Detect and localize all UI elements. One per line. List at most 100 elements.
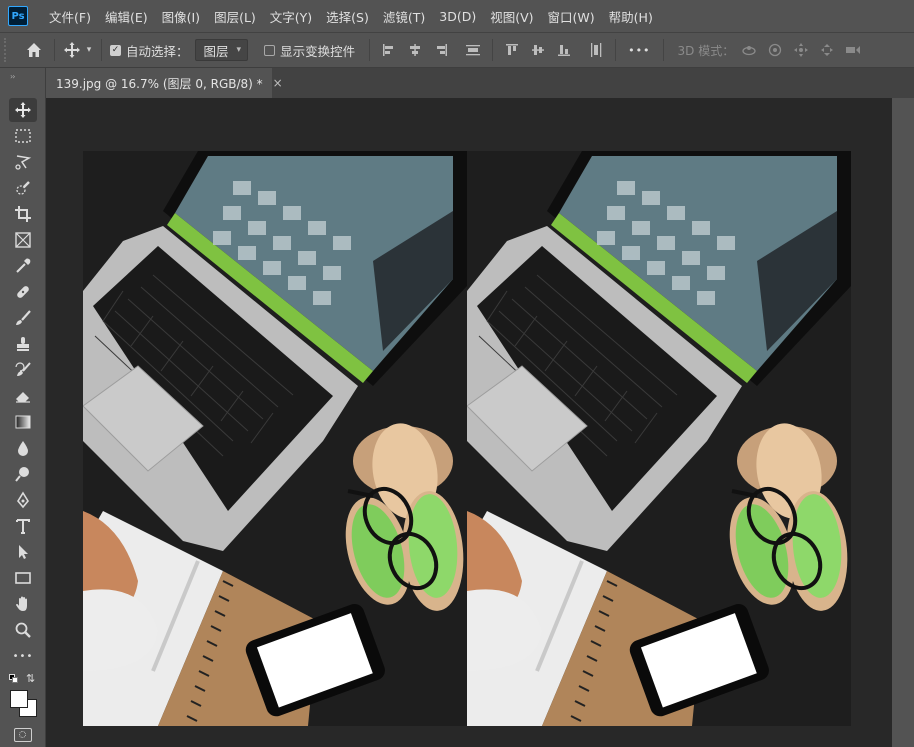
eyedropper-icon bbox=[16, 258, 31, 273]
home-icon[interactable] bbox=[20, 38, 48, 62]
menu-view[interactable]: 视图(V) bbox=[483, 0, 540, 32]
default-colors-icon[interactable] bbox=[9, 674, 19, 684]
photo-left-half bbox=[83, 151, 467, 726]
3d-scale-icon[interactable] bbox=[844, 41, 862, 59]
align-right-icon[interactable] bbox=[432, 41, 450, 59]
more-options-icon[interactable]: ••• bbox=[628, 44, 650, 57]
show-transform-label: 显示变换控件 bbox=[280, 43, 356, 59]
separator bbox=[492, 39, 494, 61]
blur-tool[interactable] bbox=[9, 436, 37, 460]
menu-layer[interactable]: 图层(L) bbox=[207, 0, 263, 32]
hand-tool[interactable] bbox=[9, 592, 37, 616]
brush-tool[interactable] bbox=[9, 306, 37, 330]
rectangle-tool[interactable] bbox=[9, 566, 37, 590]
healing-tool[interactable] bbox=[9, 280, 37, 304]
separator bbox=[54, 39, 55, 61]
zoom-icon bbox=[15, 622, 31, 638]
3d-orbit-icon[interactable] bbox=[740, 41, 758, 59]
crop-icon bbox=[15, 206, 31, 222]
more-tools-icon: ••• bbox=[12, 650, 34, 662]
dodge-icon bbox=[15, 467, 29, 482]
menu-3d[interactable]: 3D(D) bbox=[432, 0, 483, 32]
more-tools[interactable]: ••• bbox=[9, 644, 37, 668]
panel-collapse-icon[interactable]: ›› bbox=[10, 72, 16, 81]
close-icon[interactable]: × bbox=[273, 76, 283, 90]
photoshop-logo: Ps bbox=[8, 6, 28, 26]
eraser-tool[interactable] bbox=[9, 384, 37, 408]
menu-file[interactable]: 文件(F) bbox=[42, 0, 98, 32]
layer-dropdown-value: 图层 bbox=[203, 43, 229, 59]
gradient-tool[interactable] bbox=[9, 410, 37, 434]
layer-dropdown[interactable]: 图层 ▾ bbox=[194, 39, 249, 61]
document-canvas[interactable] bbox=[83, 151, 851, 726]
menu-type[interactable]: 文字(Y) bbox=[263, 0, 319, 32]
hand-icon bbox=[16, 596, 27, 611]
chevron-down-icon[interactable]: ▾ bbox=[83, 45, 95, 55]
align-hcenter-icon[interactable] bbox=[406, 41, 424, 59]
quick-mask-icon[interactable] bbox=[14, 728, 32, 742]
auto-select-checkbox[interactable]: ✓ bbox=[110, 44, 121, 56]
document-tab-title: 139.jpg @ 16.7% (图层 0, RGB/8) * bbox=[56, 76, 263, 91]
show-transform-checkbox[interactable] bbox=[264, 44, 276, 56]
type-tool[interactable] bbox=[9, 514, 37, 538]
type-icon bbox=[16, 519, 30, 534]
frame-icon bbox=[15, 232, 31, 248]
move-icon bbox=[15, 102, 31, 118]
history-brush-icon bbox=[15, 362, 31, 376]
align-top-icon[interactable] bbox=[503, 41, 521, 59]
path-select-tool[interactable] bbox=[9, 540, 37, 564]
brush-icon bbox=[16, 310, 31, 325]
stamp-tool[interactable] bbox=[9, 332, 37, 356]
align-left-icon[interactable] bbox=[380, 41, 398, 59]
distribute-horizontal-icon[interactable] bbox=[587, 41, 605, 59]
zoom-tool[interactable] bbox=[9, 618, 37, 642]
canvas-area[interactable] bbox=[46, 98, 914, 747]
move-tool-icon[interactable] bbox=[61, 38, 83, 62]
align-bottom-icon[interactable] bbox=[555, 41, 573, 59]
menu-image[interactable]: 图像(I) bbox=[155, 0, 207, 32]
menu-edit[interactable]: 编辑(E) bbox=[98, 0, 155, 32]
menu-window[interactable]: 窗口(W) bbox=[541, 0, 602, 32]
quick-select-tool[interactable] bbox=[9, 176, 37, 200]
history-brush-tool[interactable] bbox=[9, 358, 37, 382]
eyedropper-tool[interactable] bbox=[9, 254, 37, 278]
auto-select-label: 自动选择： bbox=[126, 43, 189, 59]
arrow-icon bbox=[19, 545, 28, 559]
lasso-tool[interactable] bbox=[9, 150, 37, 174]
menu-help[interactable]: 帮助(H) bbox=[602, 0, 660, 32]
foreground-color[interactable] bbox=[10, 690, 28, 708]
menu-filter[interactable]: 滤镜(T) bbox=[376, 0, 432, 32]
document-tab[interactable]: 139.jpg @ 16.7% (图层 0, RGB/8) * × bbox=[46, 68, 283, 98]
menu-select[interactable]: 选择(S) bbox=[319, 0, 376, 32]
bandage-icon bbox=[17, 286, 29, 298]
laptop-photo bbox=[467, 151, 851, 726]
distribute-vertical-icon[interactable] bbox=[464, 41, 482, 59]
document-tab-bar: 139.jpg @ 16.7% (图层 0, RGB/8) * × bbox=[46, 68, 914, 98]
crop-tool[interactable] bbox=[9, 202, 37, 226]
quick-select-icon bbox=[16, 181, 30, 195]
separator bbox=[101, 39, 102, 61]
3d-mode-label: 3D 模式： bbox=[677, 43, 735, 58]
separator bbox=[615, 39, 617, 61]
right-panel-edge bbox=[892, 98, 914, 747]
separator bbox=[369, 39, 371, 61]
3d-pan-icon[interactable] bbox=[792, 41, 810, 59]
dodge-tool[interactable] bbox=[9, 462, 37, 486]
separator bbox=[662, 39, 664, 61]
frame-tool[interactable] bbox=[9, 228, 37, 252]
pen-tool[interactable] bbox=[9, 488, 37, 512]
drop-icon bbox=[18, 441, 28, 456]
options-bar: ▾ ✓ 自动选择： 图层 ▾ 显示变换控件 ••• 3D 模式： bbox=[0, 32, 914, 68]
lasso-icon bbox=[15, 155, 32, 170]
align-vcenter-icon[interactable] bbox=[529, 41, 547, 59]
options-grip[interactable] bbox=[4, 38, 10, 62]
stamp-icon bbox=[17, 337, 29, 351]
marquee-tool[interactable] bbox=[9, 124, 37, 148]
move-tool[interactable] bbox=[9, 98, 37, 122]
3d-roll-icon[interactable] bbox=[766, 41, 784, 59]
swap-colors-icon[interactable]: ⇅ bbox=[26, 672, 35, 685]
photo-right-half bbox=[467, 151, 851, 726]
gradient-icon bbox=[15, 415, 31, 429]
laptop-photo bbox=[83, 151, 467, 726]
3d-slide-icon[interactable] bbox=[818, 41, 836, 59]
